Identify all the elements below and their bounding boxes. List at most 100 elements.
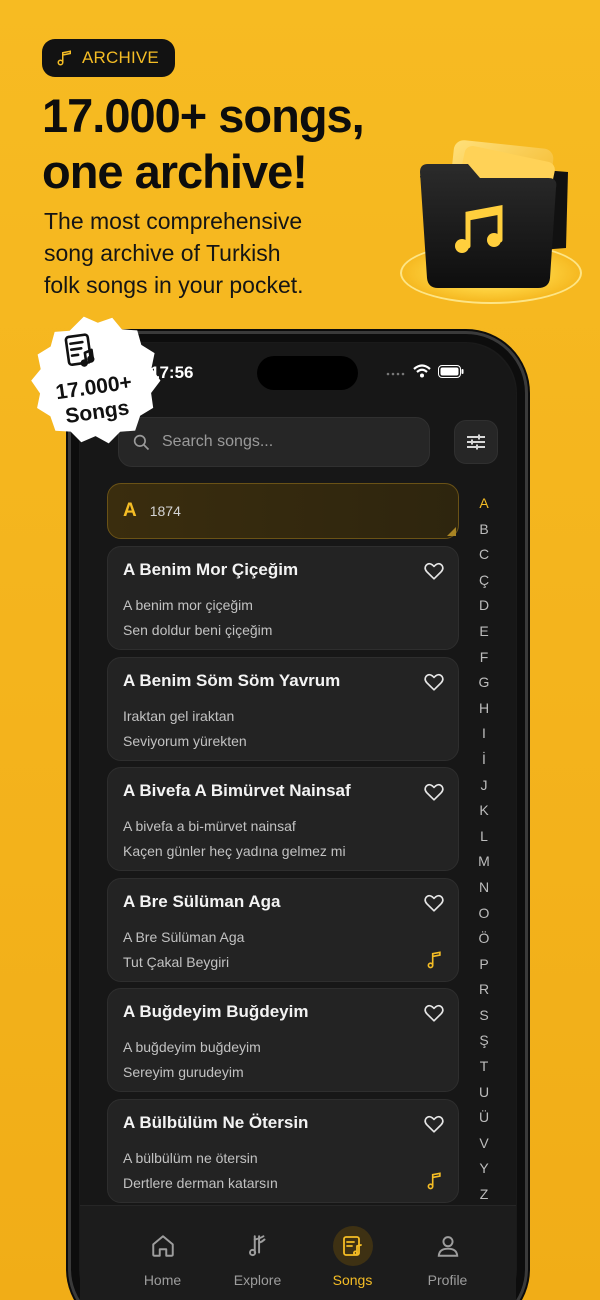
alphabet-letter[interactable]: M (478, 849, 490, 875)
alphabet-letter[interactable]: Ö (479, 926, 490, 952)
alphabet-index[interactable]: ABCÇDEFGHIİJKLMNOÖPRSŞTUÜVYZ (472, 491, 496, 1208)
subline-line-2: song archive of Turkish (44, 240, 281, 266)
signal-icon (386, 372, 405, 376)
explore-icon (238, 1226, 278, 1266)
alphabet-letter[interactable]: İ (482, 747, 486, 773)
tab-songs[interactable]: Songs (305, 1206, 400, 1300)
tab-home-label: Home (143, 1272, 182, 1288)
profile-icon (428, 1226, 468, 1266)
song-card[interactable]: A Bre Sülüman Aga A Bre Sülüman Aga Tut Ça… (107, 877, 459, 982)
alphabet-letter[interactable]: Ş (479, 1028, 488, 1054)
audio-note-icon (427, 950, 441, 968)
alphabet-letter[interactable]: L (480, 824, 488, 850)
section-count: 1874 (149, 503, 181, 519)
alphabet-letter[interactable]: Z (480, 1182, 489, 1208)
alphabet-letter[interactable]: I (482, 721, 486, 747)
battery-icon (438, 364, 464, 378)
dynamic-island (257, 356, 358, 390)
headline-line-2: one archive! (42, 145, 308, 198)
subline-line-3: folk songs in your pocket. (44, 272, 304, 298)
badge-label: ARCHIVE (82, 48, 159, 67)
subline-line-1: The most comprehensive (44, 208, 303, 234)
song-title: A Buğdeyim Buğdeyim (123, 1002, 309, 1021)
song-lyric-line-1: A benim mor çiçeğim (123, 597, 253, 613)
heart-icon[interactable] (423, 1002, 445, 1024)
audio-note-icon (427, 1171, 441, 1189)
song-lyric-line-2: Tut Çakal Beygiri (123, 953, 230, 970)
heart-icon[interactable] (423, 671, 445, 693)
alphabet-letter[interactable]: T (480, 1054, 489, 1080)
song-lyric-line-2: Seviyorum yürekten (123, 732, 247, 749)
tab-home[interactable]: Home (115, 1206, 210, 1300)
songs-icon (332, 1226, 373, 1266)
alphabet-letter[interactable]: Ç (479, 568, 489, 594)
alphabet-letter[interactable]: Ü (479, 1105, 489, 1131)
alphabet-letter[interactable]: N (479, 875, 489, 901)
phone-screen: 17:56 Search songs... A 1874 A Benim Mor… (80, 343, 516, 1300)
alphabet-letter[interactable]: U (479, 1080, 489, 1106)
section-header-a: A 1874 (107, 483, 459, 539)
tab-profile[interactable]: Profile (400, 1206, 495, 1300)
alphabet-letter[interactable]: B (479, 517, 488, 543)
search-placeholder: Search songs... (162, 433, 274, 450)
tab-explore-label: Explore (233, 1272, 282, 1288)
archive-badge: ARCHIVE (42, 39, 175, 77)
filter-button[interactable] (454, 420, 498, 464)
alphabet-letter[interactable]: J (481, 773, 488, 799)
song-card[interactable]: A Bivefa A Bimürvet Nainsaf A bivefa a bi… (107, 767, 459, 871)
song-card[interactable]: A Buğdeyim Buğdeyim A buğdeyim buğdeyim Se… (107, 988, 459, 1092)
alphabet-letter[interactable]: D (479, 593, 489, 619)
song-lyric-line-2: Sen doldur beni çiçeğim (123, 622, 273, 638)
heart-icon[interactable] (423, 1113, 445, 1135)
sliders-icon (467, 434, 485, 450)
section-corner (447, 527, 456, 536)
song-lyric-line-1: A Bre Sülüman Aga (123, 928, 245, 945)
song-title: A Benim Söm Söm Yavrum (123, 670, 341, 690)
song-title: A Bülbülüm Ne Ötersin (123, 1112, 309, 1132)
alphabet-letter[interactable]: A (479, 491, 488, 517)
song-lyric-line-2: Kaçen günler heç yadına gelmez mi (123, 843, 346, 859)
songs-count-sticker: 17.000+ Songs (11, 303, 175, 462)
song-title: A Benim Mor Çiçeğim (123, 560, 299, 579)
song-title: A Bre Sülüman Aga (123, 891, 281, 911)
alphabet-letter[interactable]: O (479, 901, 490, 927)
home-icon (143, 1226, 183, 1266)
subline: The most comprehensive song archive of T… (44, 205, 374, 301)
headline-line-1: 17.000+ songs, (42, 89, 365, 142)
song-lyric-line-1: Iraktan gel iraktan (123, 707, 235, 724)
song-list: A Benim Mor Çiçeğim A benim mor çiçeğim Se… (107, 546, 459, 1209)
alphabet-letter[interactable]: P (479, 952, 488, 978)
alphabet-letter[interactable]: V (479, 1131, 488, 1157)
alphabet-letter[interactable]: H (479, 696, 489, 722)
heart-icon[interactable] (423, 781, 445, 803)
alphabet-letter[interactable]: R (479, 977, 489, 1003)
song-lyric-line-2: Sereyim gurudeyim (123, 1064, 244, 1080)
section-letter: A (123, 500, 137, 521)
song-card[interactable]: A Benim Mor Çiçeğim A benim mor çiçeğim Se… (107, 546, 459, 650)
alphabet-letter[interactable]: S (479, 1003, 488, 1029)
alphabet-letter[interactable]: C (479, 542, 489, 568)
song-card[interactable]: A Bülbülüm Ne Ötersin A bülbülüm ne öters… (107, 1098, 459, 1203)
tab-songs-label: Songs (332, 1272, 373, 1288)
song-lyric-line-2: Dertlere derman katarsın (123, 1174, 278, 1191)
song-lyric-line-1: A buğdeyim buğdeyim (123, 1039, 261, 1055)
status-icons (386, 364, 464, 378)
tab-bar: Home Explore Songs Profile (80, 1205, 516, 1300)
song-card[interactable]: A Benim Söm Söm Yavrum Iraktan gel irakta… (107, 656, 459, 761)
alphabet-letter[interactable]: E (479, 619, 488, 645)
headline: 17.000+ songs, one archive! (42, 88, 365, 200)
music-note-icon (57, 50, 71, 66)
alphabet-letter[interactable]: F (480, 645, 489, 671)
heart-icon[interactable] (423, 560, 445, 582)
alphabet-letter[interactable]: K (479, 798, 488, 824)
song-title: A Bivefa A Bimürvet Nainsaf (123, 781, 351, 800)
tab-profile-label: Profile (427, 1272, 468, 1288)
song-lyric-line-1: A bülbülüm ne ötersin (123, 1149, 258, 1166)
music-folder-icon (398, 138, 588, 308)
alphabet-letter[interactable]: Y (479, 1156, 488, 1182)
wifi-icon (413, 364, 431, 378)
song-lyric-line-1: A bivefa a bi-mürvet nainsaf (123, 818, 296, 834)
heart-icon[interactable] (423, 892, 445, 914)
tab-explore[interactable]: Explore (210, 1206, 305, 1300)
alphabet-letter[interactable]: G (479, 670, 490, 696)
